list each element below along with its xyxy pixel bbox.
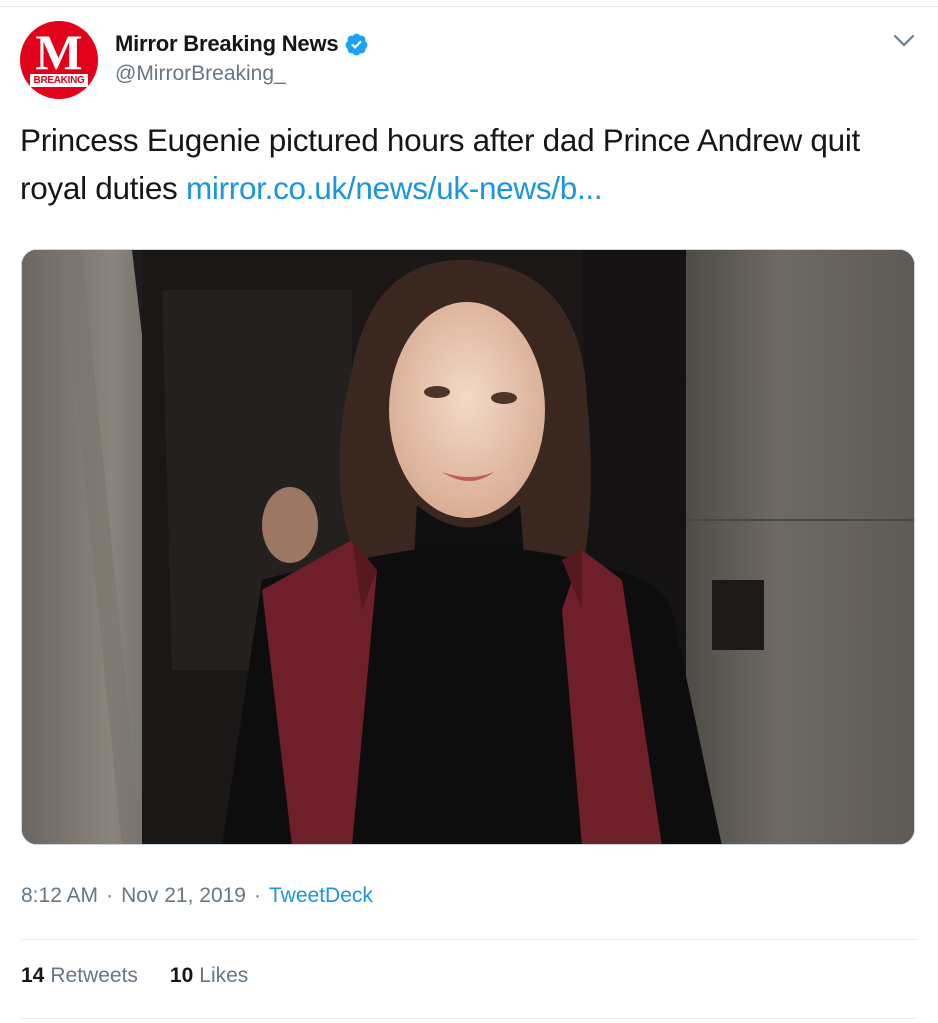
chevron-down-icon[interactable]	[892, 31, 916, 51]
avatar[interactable]: M BREAKING	[20, 21, 98, 99]
tweet-meta: 8:12 AM · Nov 21, 2019 · TweetDeck	[21, 884, 373, 908]
meta-separator: ·	[106, 884, 114, 907]
likes-stat[interactable]: 10 Likes	[170, 964, 248, 988]
author-handle[interactable]: @MirrorBreaking_	[115, 62, 286, 86]
author-display-name[interactable]: Mirror Breaking News	[115, 31, 339, 57]
verified-badge-icon	[345, 33, 368, 55]
retweets-label: Retweets	[50, 964, 138, 987]
likes-label: Likes	[199, 964, 249, 987]
stats-divider-top	[21, 939, 916, 940]
tweet-date[interactable]: Nov 21, 2019	[121, 884, 246, 908]
retweets-count: 14	[21, 964, 45, 987]
tweet-photo[interactable]	[21, 249, 915, 845]
tweet-link[interactable]: mirror.co.uk/news/uk-news/b...	[186, 170, 603, 206]
retweets-stat[interactable]: 14 Retweets	[21, 964, 138, 988]
avatar-logo-tag: BREAKING	[30, 74, 88, 87]
tweet-text: Princess Eugenie pictured hours after da…	[20, 116, 920, 212]
author-name-row: Mirror Breaking News	[115, 29, 369, 59]
stats-divider-bottom	[21, 1018, 916, 1019]
tweet-stats: 14 Retweets 10 Likes	[21, 964, 248, 988]
likes-count: 10	[169, 964, 194, 987]
meta-separator: ·	[254, 884, 261, 907]
avatar-logo-letter: M	[35, 24, 83, 80]
photo-icon	[22, 250, 914, 844]
tweet-source[interactable]: TweetDeck	[269, 884, 373, 908]
tweet-time[interactable]: 8:12 AM	[21, 884, 98, 908]
top-divider	[0, 6, 938, 7]
